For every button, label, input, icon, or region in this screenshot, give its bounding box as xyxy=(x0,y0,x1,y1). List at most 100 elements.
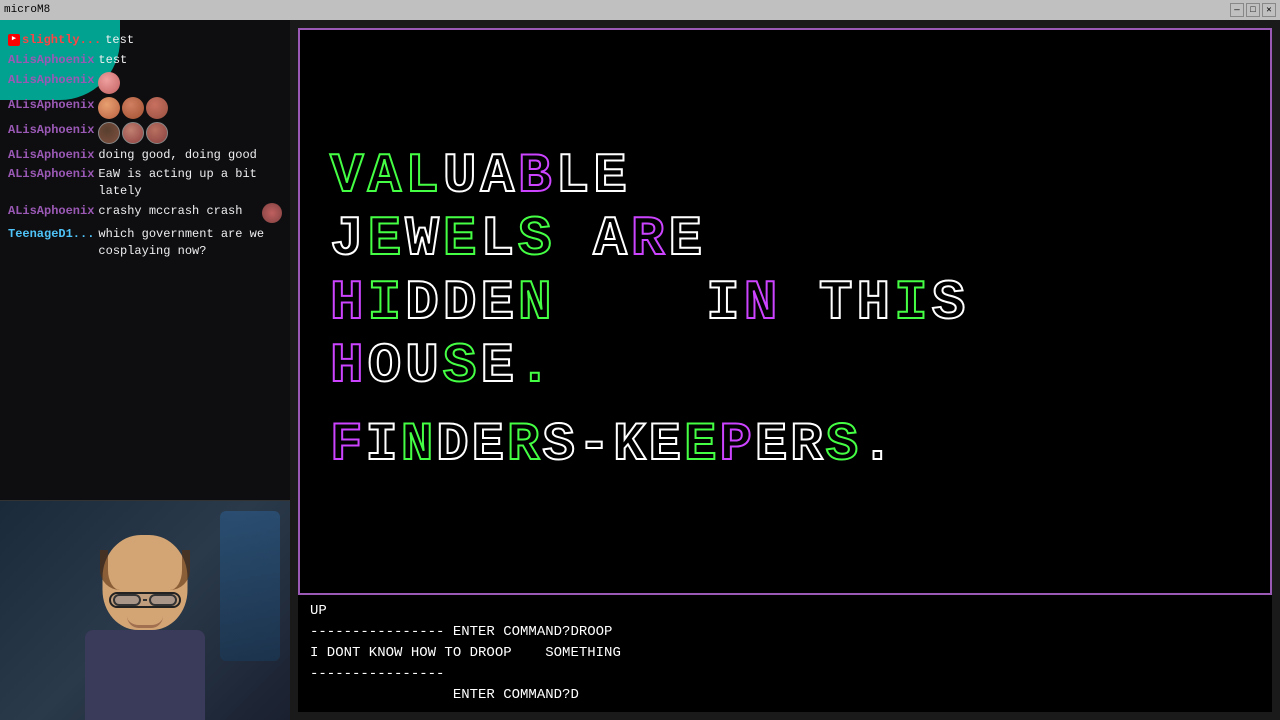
letter-dash: - xyxy=(578,415,613,476)
list-item: TeenageD1... which government are we cos… xyxy=(8,226,282,260)
letter-r: R xyxy=(631,207,669,271)
game-line-valuable: VALUABLE xyxy=(330,146,1240,208)
window-title: microM8 xyxy=(4,4,50,16)
letter-e4: E xyxy=(668,207,706,271)
chat-username-alisaphoenix: ALisAphoenix xyxy=(8,147,94,164)
letter-l2: L xyxy=(556,144,594,208)
list-item: ALisAphoenix test xyxy=(8,52,282,69)
letter-b: B xyxy=(518,144,556,208)
letter-d3: D xyxy=(436,415,471,476)
letter-k: K xyxy=(613,415,648,476)
letter-u2: U xyxy=(405,334,443,398)
emote-face xyxy=(146,97,168,119)
body-shape xyxy=(85,630,205,720)
chat-username-alisaphoenix: ALisAphoenix xyxy=(8,166,94,183)
letter-f: F xyxy=(330,415,365,476)
chat-username-alisaphoenix: ALisAphoenix xyxy=(8,122,94,139)
terminal-line-5: ENTER COMMAND?D xyxy=(310,685,1260,706)
letter-e: E xyxy=(593,144,631,208)
terminal-line-4: ---------------- xyxy=(310,664,1260,685)
close-button[interactable]: ✕ xyxy=(1262,3,1276,17)
emote-face xyxy=(122,122,144,144)
letter-e3: E xyxy=(443,207,481,271)
chat-username-alisaphoenix: ALisAphoenix xyxy=(8,72,94,89)
main-layout: ▶ slightly... test ALisAphoenix test ALi… xyxy=(0,20,1280,720)
list-item: ▶ slightly... test xyxy=(8,32,282,49)
letter-i3: I xyxy=(894,271,932,335)
chat-text: test xyxy=(105,32,282,49)
letter-s: S xyxy=(518,207,556,271)
letter-h3: H xyxy=(330,334,368,398)
letter-e5: E xyxy=(480,271,518,335)
letter-e6: E xyxy=(480,334,518,398)
live-icon: ▶ xyxy=(8,34,20,46)
streamer-figure xyxy=(45,520,245,720)
letter-period2: . xyxy=(861,415,896,476)
letter-n: N xyxy=(518,271,556,335)
chat-text: doing good, doing good xyxy=(98,147,282,164)
letter-e7: E xyxy=(472,415,507,476)
glasses xyxy=(109,592,181,608)
emote-face xyxy=(98,122,120,144)
letter-e9: E xyxy=(684,415,719,476)
hair-sides xyxy=(100,550,190,590)
letter-i2: I xyxy=(706,271,744,335)
letter-o: O xyxy=(368,334,406,398)
chat-text: EaW is acting up a bit lately xyxy=(98,166,282,200)
letter-i: I xyxy=(368,271,406,335)
chat-username-alisaphoenix: ALisAphoenix xyxy=(8,203,94,220)
webcam-area xyxy=(0,500,290,720)
terminal-line-1: UP xyxy=(310,601,1260,622)
chat-username-slightly: ▶ slightly... xyxy=(8,32,101,49)
terminal-line-2: ---------------- ENTER COMMAND?DROOP xyxy=(310,622,1260,643)
terminal-area: UP ---------------- ENTER COMMAND?DROOP … xyxy=(298,595,1272,712)
main-content: VALUABLE JEWELS ARE HIDDEN IN THIS HOUSE… xyxy=(290,20,1280,720)
webcam-background xyxy=(0,501,290,720)
emote-crash xyxy=(262,203,282,223)
letter-s5: S xyxy=(826,415,861,476)
list-item: ALisAphoenix xyxy=(8,72,282,94)
letter-e8: E xyxy=(649,415,684,476)
emote-face xyxy=(122,97,144,119)
letter-d: D xyxy=(405,271,443,335)
letter-j: J xyxy=(330,207,368,271)
letter-p: P xyxy=(719,415,754,476)
letter-a2: A xyxy=(480,144,518,208)
game-text-area: VALUABLE JEWELS ARE HIDDEN IN THIS HOUSE… xyxy=(300,126,1270,498)
letter-a1: A xyxy=(368,144,406,208)
list-item: ALisAphoenix xyxy=(8,122,282,144)
letter-h: H xyxy=(330,271,368,335)
maximize-button[interactable]: □ xyxy=(1246,3,1260,17)
terminal-line-3: I DONT KNOW HOW TO DROOP SOMETHING xyxy=(310,643,1260,664)
minimize-button[interactable]: — xyxy=(1230,3,1244,17)
list-item: ALisAphoenix crashy mccrash crash xyxy=(8,203,282,223)
letter-r2: R xyxy=(507,415,542,476)
emote-row xyxy=(98,72,120,94)
chat-text: crashy mccrash crash xyxy=(98,203,256,220)
letter-e10: E xyxy=(755,415,790,476)
chat-username-teenaged: TeenageD1... xyxy=(8,226,94,243)
letter-v: V xyxy=(330,144,368,208)
game-line-finders: FINDERS-KEEPERS. xyxy=(330,416,1240,475)
letter-n3: N xyxy=(401,415,436,476)
chat-messages: ▶ slightly... test ALisAphoenix test ALi… xyxy=(0,20,290,500)
letter-i4: I xyxy=(365,415,400,476)
letter-s3: S xyxy=(443,334,481,398)
game-screen: VALUABLE JEWELS ARE HIDDEN IN THIS HOUSE… xyxy=(298,28,1272,595)
list-item: ALisAphoenix doing good, doing good xyxy=(8,147,282,164)
chat-username-alisaphoenix: ALisAphoenix xyxy=(8,97,94,114)
emote-face xyxy=(146,122,168,144)
game-line-house: HOUSE. xyxy=(330,336,1240,398)
list-item: ALisAphoenix xyxy=(8,97,282,119)
letter-r3: R xyxy=(790,415,825,476)
letter-h2: H xyxy=(857,271,895,335)
emote-face xyxy=(98,97,120,119)
game-line-jewels: JEWELS ARE xyxy=(330,209,1240,271)
letter-period: . xyxy=(518,334,556,398)
emote-row xyxy=(98,122,168,144)
letter-l3: L xyxy=(480,207,518,271)
letter-d2: D xyxy=(443,271,481,335)
letter-e2: E xyxy=(368,207,406,271)
bg-decor xyxy=(220,511,280,661)
letter-l: L xyxy=(405,144,443,208)
